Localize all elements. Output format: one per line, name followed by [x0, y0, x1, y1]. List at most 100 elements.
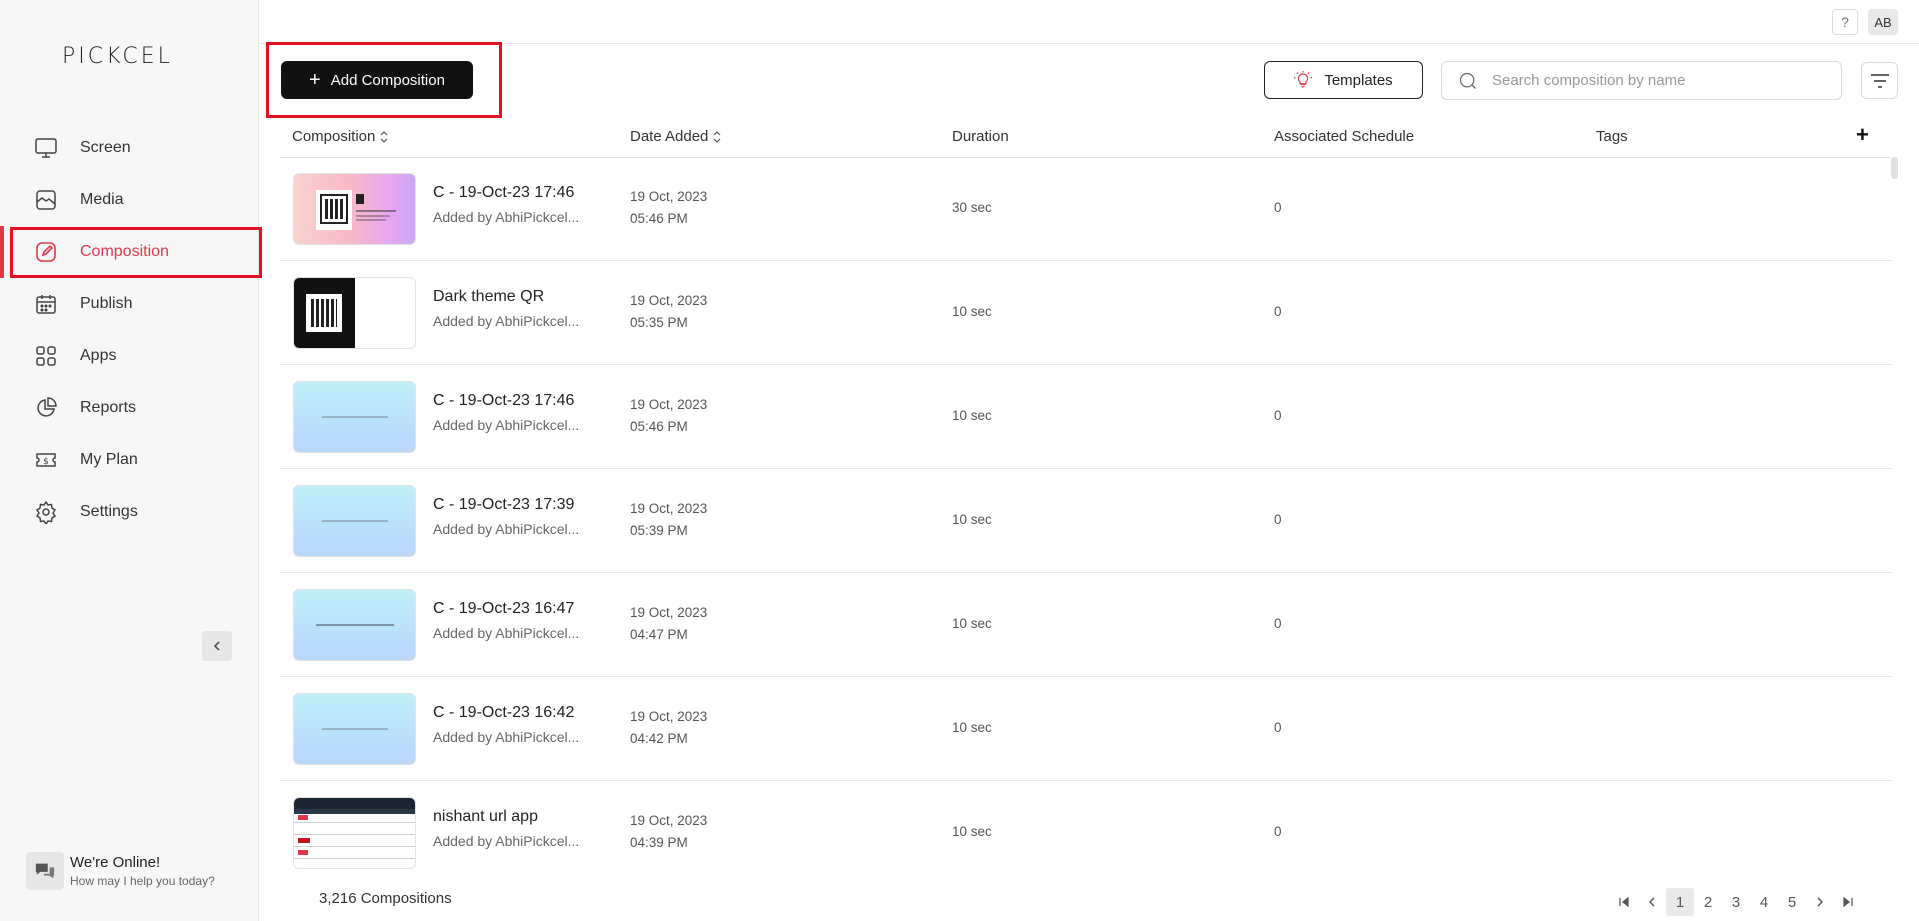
composition-count: 3,216 Compositions	[319, 890, 452, 907]
composition-name[interactable]: C - 19-Oct-23 17:46	[433, 392, 574, 410]
chat-subtitle: How may I help you today?	[70, 874, 215, 888]
pickcel-logo[interactable]: PICKCEL	[62, 44, 173, 69]
table-row[interactable]: C - 19-Oct-23 17:39 Added by AbhiPickcel…	[280, 469, 1891, 573]
svg-text:$: $	[43, 457, 49, 467]
plus-icon: +	[309, 69, 321, 91]
composition-name[interactable]: nishant url app	[433, 808, 538, 826]
column-label: Date Added	[630, 128, 709, 145]
search-icon	[1459, 72, 1476, 89]
associated-schedule-count: 0	[1274, 720, 1282, 735]
sidebar-item-reports[interactable]: Reports	[0, 382, 259, 434]
vertical-scrollbar[interactable]	[1891, 157, 1898, 179]
composition-thumbnail[interactable]	[293, 381, 416, 453]
column-header-associated-schedule: Associated Schedule	[1274, 128, 1414, 145]
templates-label: Templates	[1324, 71, 1393, 89]
composition-thumbnail[interactable]	[293, 277, 416, 349]
sidebar-item-label: Apps	[80, 347, 117, 364]
table-row[interactable]: C - 19-Oct-23 16:47 Added by AbhiPickcel…	[280, 573, 1891, 677]
column-header-date-added[interactable]: Date Added	[630, 128, 721, 145]
sidebar-item-publish[interactable]: Publish	[0, 278, 259, 330]
sidebar-item-apps[interactable]: Apps	[0, 330, 259, 382]
user-avatar[interactable]: AB	[1868, 9, 1898, 35]
added-by: Added by AbhiPickcel...	[433, 313, 580, 329]
column-label: Duration	[952, 128, 1009, 145]
associated-schedule-count: 0	[1274, 616, 1282, 631]
duration: 10 sec	[952, 616, 992, 631]
table-row[interactable]: Dark theme QR Added by AbhiPickcel... 19…	[280, 261, 1891, 365]
gear-icon	[34, 500, 58, 524]
sidebar-item-label: Media	[80, 191, 124, 208]
sidebar-item-screen[interactable]: Screen	[0, 122, 259, 174]
chevron-right-icon	[1817, 897, 1824, 907]
composition-name[interactable]: C - 19-Oct-23 17:39	[433, 496, 574, 514]
date-added: 19 Oct, 2023	[630, 189, 708, 204]
chevron-left-icon	[1648, 897, 1655, 907]
page-1-button[interactable]: 1	[1666, 888, 1694, 916]
column-header-duration: Duration	[952, 128, 1009, 145]
duration: 10 sec	[952, 824, 992, 839]
duration: 10 sec	[952, 408, 992, 423]
table-row[interactable]: C - 19-Oct-23 17:46 Added by AbhiPickcel…	[280, 157, 1891, 261]
search-input[interactable]	[1492, 72, 1822, 89]
sidebar-item-my-plan[interactable]: $ My Plan	[0, 434, 259, 486]
sidebar-item-media[interactable]: Media	[0, 174, 259, 226]
composition-thumbnail[interactable]	[293, 693, 416, 765]
duration: 30 sec	[952, 200, 992, 215]
filter-button[interactable]	[1861, 62, 1898, 99]
top-bar	[260, 0, 1919, 44]
composition-name[interactable]: C - 19-Oct-23 17:46	[433, 184, 574, 202]
composition-thumbnail[interactable]	[293, 173, 416, 245]
page-5-button[interactable]: 5	[1778, 888, 1806, 916]
search-box	[1441, 61, 1842, 100]
column-label: Tags	[1596, 128, 1628, 145]
page-4-button[interactable]: 4	[1750, 888, 1778, 916]
collapse-sidebar-button[interactable]	[202, 631, 232, 661]
table-header: Composition Date Added Duration Associat…	[280, 122, 1891, 158]
date-added: 19 Oct, 2023	[630, 293, 708, 308]
time-added: 04:42 PM	[630, 731, 688, 746]
table-row[interactable]: C - 19-Oct-23 16:42 Added by AbhiPickcel…	[280, 677, 1891, 781]
add-column-button[interactable]: +	[1856, 122, 1869, 148]
composition-table: C - 19-Oct-23 17:46 Added by AbhiPickcel…	[280, 157, 1891, 879]
previous-page-button[interactable]	[1638, 888, 1666, 916]
help-button[interactable]: ?	[1832, 9, 1858, 35]
chat-title: We're Online!	[70, 854, 161, 871]
duration: 10 sec	[952, 512, 992, 527]
first-page-button[interactable]	[1610, 888, 1638, 916]
date-added: 19 Oct, 2023	[630, 501, 708, 516]
templates-button[interactable]: Templates	[1264, 61, 1423, 99]
next-page-button[interactable]	[1806, 888, 1834, 916]
composition-name[interactable]: C - 19-Oct-23 16:42	[433, 704, 574, 722]
page-2-button[interactable]: 2	[1694, 888, 1722, 916]
date-added: 19 Oct, 2023	[630, 605, 708, 620]
add-composition-button[interactable]: + Add Composition	[281, 61, 473, 99]
highlight-box	[10, 227, 262, 278]
time-added: 05:39 PM	[630, 523, 688, 538]
associated-schedule-count: 0	[1274, 304, 1282, 319]
sidebar-item-composition[interactable]: Composition	[0, 226, 262, 278]
composition-name[interactable]: Dark theme QR	[433, 288, 544, 306]
sidebar: PICKCEL Screen Media Composition Publish…	[0, 0, 262, 921]
live-chat-widget[interactable]: We're Online! How may I help you today?	[26, 852, 215, 890]
page-3-button[interactable]: 3	[1722, 888, 1750, 916]
added-by: Added by AbhiPickcel...	[433, 833, 580, 849]
composition-thumbnail[interactable]	[293, 797, 416, 869]
first-page-icon	[1619, 896, 1629, 908]
last-page-button[interactable]	[1834, 888, 1862, 916]
sidebar-item-settings[interactable]: Settings	[0, 486, 259, 538]
associated-schedule-count: 0	[1274, 512, 1282, 527]
composition-thumbnail[interactable]	[293, 485, 416, 557]
sidebar-item-label: Screen	[80, 139, 131, 156]
date-added: 19 Oct, 2023	[630, 813, 708, 828]
table-row[interactable]: nishant url app Added by AbhiPickcel... …	[280, 781, 1891, 879]
associated-schedule-count: 0	[1274, 200, 1282, 215]
composition-name[interactable]: C - 19-Oct-23 16:47	[433, 600, 574, 618]
composition-thumbnail[interactable]	[293, 589, 416, 661]
column-header-composition[interactable]: Composition	[292, 128, 388, 145]
pagination: 1 2 3 4 5	[1610, 888, 1862, 916]
added-by: Added by AbhiPickcel...	[433, 625, 580, 641]
added-by: Added by AbhiPickcel...	[433, 417, 580, 433]
lightbulb-icon	[1294, 71, 1313, 89]
table-row[interactable]: C - 19-Oct-23 17:46 Added by AbhiPickcel…	[280, 365, 1891, 469]
pie-chart-icon	[34, 396, 58, 420]
